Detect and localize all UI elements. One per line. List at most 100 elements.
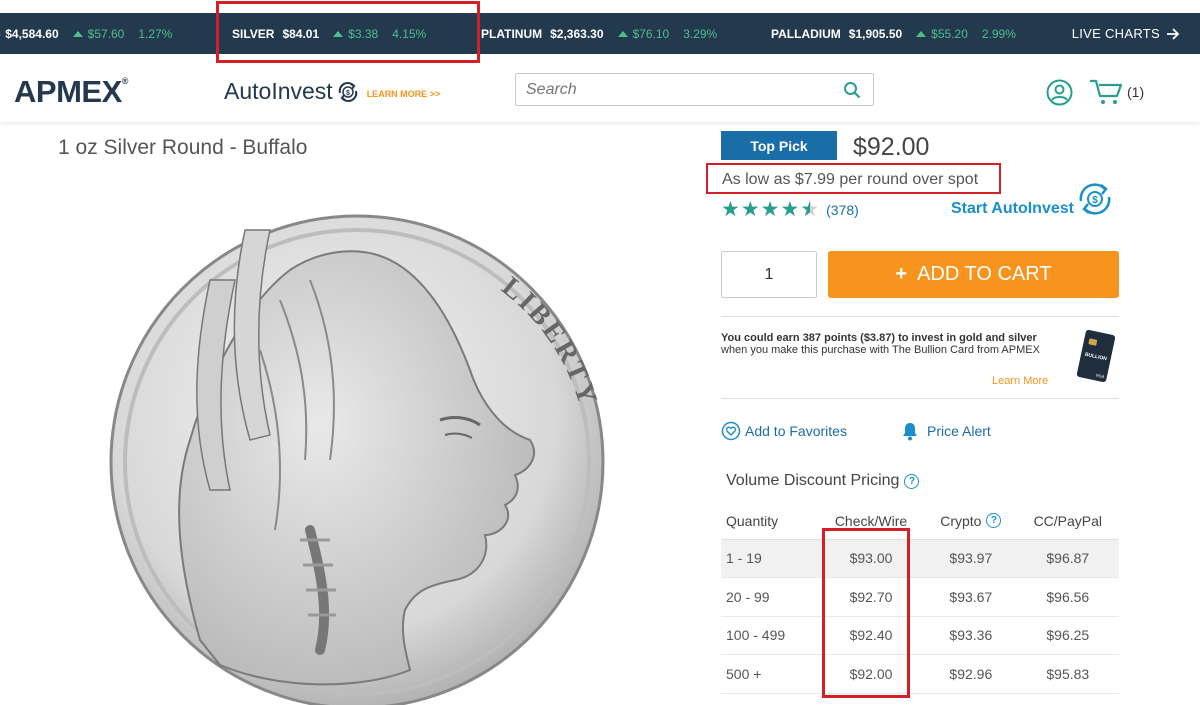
ticker-change: $3.38	[333, 27, 378, 41]
buffalo-coin-image: LIBERTY	[109, 214, 605, 705]
table-cell: $92.00	[816, 654, 926, 694]
bullion-card-image: BULLION VISA	[1076, 330, 1116, 382]
quantity-input[interactable]	[721, 251, 817, 298]
table-cell: 500 +	[721, 654, 817, 694]
table-cell: $96.87	[1016, 539, 1119, 578]
product-image[interactable]: LIBERTY	[60, 170, 637, 705]
cart-icon[interactable]	[1089, 78, 1125, 106]
volume-pricing-title: Volume Discount Pricing ?	[726, 472, 920, 490]
plus-icon: +	[895, 263, 908, 285]
table-cell: $92.40	[816, 616, 926, 655]
top-pick-badge: Top Pick	[721, 131, 837, 160]
table-cell: $96.56	[1016, 577, 1119, 617]
help-icon[interactable]: ?	[986, 513, 1002, 529]
premium-over-spot: As low as $7.99 per round over spot	[706, 163, 1001, 194]
column-header: Crypto?	[925, 503, 1017, 540]
table-cell: $93.36	[925, 616, 1017, 655]
ticker-bullet: ●	[0, 27, 1, 41]
up-arrow-icon	[916, 30, 927, 37]
product-title: 1 oz Silver Round - Buffalo	[58, 136, 308, 159]
up-arrow-icon	[72, 30, 83, 37]
review-count[interactable]: (378)	[826, 202, 859, 218]
table-cell: 20 - 99	[721, 577, 817, 617]
column-header: Quantity	[721, 503, 817, 540]
table-cell: $92.96	[925, 654, 1017, 694]
table-cell: $93.67	[925, 577, 1017, 617]
earn-points-text: You could earn 387 points ($3.87) to inv…	[721, 332, 1037, 344]
ticker-change: $55.20	[916, 27, 968, 41]
bullion-card-learn-more[interactable]: Learn More	[992, 375, 1048, 387]
table-cell: 100 - 499	[721, 616, 817, 655]
table-cell: $93.97	[925, 539, 1017, 578]
autoinvest-promo[interactable]: AutoInvest $ LEARN MORE >>	[224, 78, 440, 105]
arrow-right-icon	[1167, 27, 1180, 40]
autoinvest-cycle-icon: $	[338, 81, 357, 102]
divider	[721, 316, 1119, 317]
autoinvest-cycle-icon[interactable]: $	[1073, 179, 1117, 219]
live-charts-label: LIVE CHARTS	[1071, 26, 1160, 41]
autoinvest-learn-more[interactable]: LEARN MORE >>	[367, 89, 441, 99]
ticker-name: PLATINUM	[481, 26, 543, 41]
live-charts-link[interactable]: LIVE CHARTS	[1072, 13, 1180, 54]
search-icon[interactable]	[843, 81, 861, 99]
bullion-card-promo: You could earn 387 points ($3.87) to inv…	[721, 332, 1066, 356]
table-cell: $95.83	[1016, 654, 1119, 694]
ticker-percent: 1.27%	[138, 26, 173, 41]
star-icon: ★	[721, 198, 740, 221]
table-row: 500 + $92.00 $92.96 $95.83	[721, 654, 1119, 694]
table-cell: 1 - 19	[721, 539, 817, 578]
search-input[interactable]	[516, 74, 816, 105]
price-alert-link[interactable]: Price Alert	[901, 421, 991, 441]
star-icon: ★	[740, 198, 760, 221]
table-cell: $92.70	[816, 577, 926, 617]
star-icon: ★	[780, 198, 800, 221]
table-row: 100 - 499 $92.40 $93.36 $96.25	[721, 616, 1119, 655]
help-icon[interactable]: ?	[904, 473, 920, 489]
heart-icon	[721, 421, 741, 441]
svg-text:$: $	[1092, 195, 1098, 206]
rating-stars[interactable]: ★ ★ ★ ★ ★★ (378)	[721, 198, 859, 221]
ticker-percent: 3.29%	[683, 26, 718, 41]
ticker-item-gold[interactable]: ● $4,584.60 $57.60 1.27%	[0, 13, 172, 54]
ticker-change: $57.60	[72, 27, 124, 41]
up-arrow-icon	[617, 30, 628, 37]
volume-pricing-table: Quantity Check/Wire Crypto? CC/PayPal 1 …	[721, 503, 1119, 694]
ticker-percent: 4.15%	[392, 26, 427, 41]
earn-rest-text: when you make this purchase with The Bul…	[721, 344, 1040, 356]
column-header: CC/PayPal	[1016, 503, 1119, 540]
price-alert-label: Price Alert	[927, 423, 991, 439]
add-to-favorites-link[interactable]: Add to Favorites	[721, 421, 847, 441]
table-row: 1 - 19 $93.00 $93.97 $96.87	[721, 539, 1119, 578]
ticker-price: $1,905.50	[848, 26, 903, 41]
divider	[721, 398, 1119, 399]
spot-price-ticker: ● $4,584.60 $57.60 1.27% SILVER $84.01 $…	[0, 13, 1200, 54]
add-to-cart-label: ADD TO CART	[917, 263, 1052, 285]
start-autoinvest-link[interactable]: Start AutoInvest	[951, 200, 1074, 218]
table-row: 20 - 99 $92.70 $93.67 $96.56	[721, 577, 1119, 617]
search-box	[515, 73, 874, 106]
product-price: $92.00	[853, 133, 930, 161]
ticker-item-silver[interactable]: SILVER $84.01 $3.38 4.15%	[232, 13, 426, 54]
star-icon: ★	[760, 198, 780, 221]
add-to-favorites-label: Add to Favorites	[745, 423, 847, 439]
ticker-price: $2,363.30	[550, 26, 604, 41]
ticker-item-palladium[interactable]: PALLADIUM $1,905.50 $55.20 2.99%	[771, 13, 1016, 54]
ticker-name: SILVER	[232, 26, 275, 41]
apmex-logo[interactable]: APMEX®	[14, 74, 128, 110]
ticker-name: PALLADIUM	[771, 26, 841, 41]
ticker-change: $76.10	[617, 27, 669, 41]
ticker-price: $4,584.60	[5, 26, 59, 41]
ticker-item-platinum[interactable]: PLATINUM $2,363.30 $76.10 3.29%	[481, 13, 717, 54]
column-header: Check/Wire	[816, 503, 926, 540]
half-star-icon: ★★	[800, 198, 820, 221]
ticker-price: $84.01	[282, 26, 320, 41]
autoinvest-label: AutoInvest	[224, 78, 333, 104]
bell-icon	[903, 423, 917, 441]
add-to-cart-button[interactable]: + ADD TO CART	[828, 251, 1119, 298]
svg-text:$: $	[346, 90, 350, 97]
cart-count[interactable]: (1)	[1127, 84, 1144, 100]
account-icon[interactable]	[1046, 79, 1073, 106]
table-cell: $96.25	[1016, 616, 1119, 655]
ticker-percent: 2.99%	[981, 26, 1016, 41]
table-cell: $93.00	[816, 539, 926, 578]
